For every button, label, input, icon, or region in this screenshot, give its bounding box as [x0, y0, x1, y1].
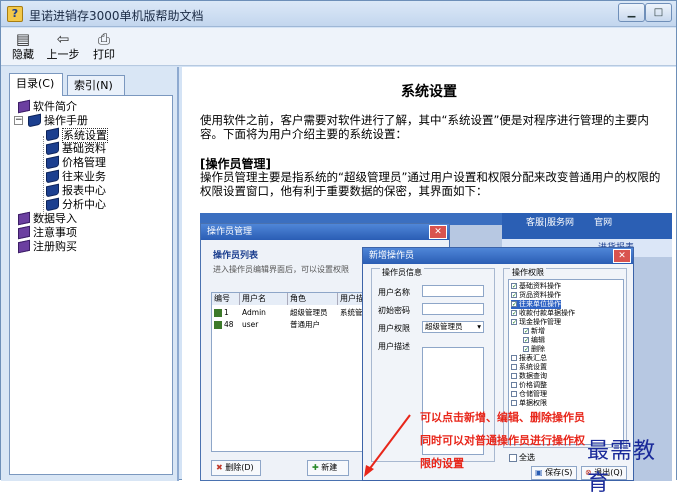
help-question-icon: ?: [7, 6, 23, 22]
book-icon: [18, 239, 30, 254]
tree-item-business[interactable]: 往来业务: [46, 169, 106, 184]
tree-item-label: 注意事项: [33, 226, 77, 239]
watermark-logo: 最需教育: [587, 439, 657, 496]
tree-item-data-import[interactable]: 数据导入: [18, 211, 77, 226]
tree-item-label: 系统设置: [62, 128, 108, 143]
tree-item-label: 价格管理: [62, 156, 106, 169]
window-title: 里诺进销存3000单机版帮助文档: [29, 9, 204, 23]
tree-item-label: 报表中心: [62, 184, 106, 197]
book-icon: [18, 99, 30, 114]
toolbar: ▤ 隐藏 ⇦ 上一步 ⎙ 打印: [1, 28, 676, 66]
tree-item-system-settings[interactable]: 系统设置: [46, 127, 108, 143]
back-button[interactable]: ⇦ 上一步: [43, 31, 83, 63]
open-book-icon: [46, 127, 59, 142]
tree-item-notes[interactable]: 注意事项: [18, 225, 77, 240]
tree-item-intro[interactable]: 软件简介: [18, 99, 77, 114]
back-arrow-icon: ⇦: [56, 30, 70, 48]
content-pane: 系统设置 使用软件之前，客户需要对软件进行了解，其中“系统设置”便是对程序进行管…: [182, 67, 676, 481]
admin-paragraph: 操作员管理主要是指系统的“超级管理员”通过用户设置和权限分配来改变普通用户的权限…: [200, 170, 661, 198]
tree-item-label: 分析中心: [62, 198, 106, 211]
tree-item-register[interactable]: 注册购买: [18, 239, 77, 254]
arrow-line: [367, 414, 411, 472]
tree-item-analysis[interactable]: 分析中心: [46, 197, 106, 212]
tree-item-manual[interactable]: 操作手册: [28, 113, 88, 128]
book-icon: [18, 211, 30, 226]
minimize-button[interactable]: ▁: [618, 3, 645, 22]
collapse-toggle[interactable]: −: [14, 116, 23, 125]
tree-item-label: 往来业务: [62, 170, 106, 183]
tree-item-reports[interactable]: 报表中心: [46, 183, 106, 198]
hide-pane-icon: ▤: [15, 30, 31, 48]
open-book-icon: [46, 169, 59, 184]
back-label: 上一步: [46, 48, 80, 61]
print-button[interactable]: ⎙ 打印: [87, 31, 121, 63]
tree-item-label: 操作手册: [44, 114, 88, 127]
open-book-icon: [46, 141, 59, 156]
arrow-head: [364, 465, 374, 477]
tree-item-label: 注册购买: [33, 240, 77, 253]
tree-item-basic-data[interactable]: 基础资料: [46, 141, 106, 156]
contents-tree: 软件简介 − 操作手册 系统设置 基础资料 价格管理 往来业务 报表中心 分析中: [9, 95, 173, 475]
hide-label: 隐藏: [12, 48, 34, 61]
tree-item-label: 基础资料: [62, 142, 106, 155]
title-bar: ? 里诺进销存3000单机版帮助文档 ▁ □: [1, 1, 676, 27]
annotation-text: 限的设置: [420, 457, 464, 470]
tree-item-price[interactable]: 价格管理: [46, 155, 106, 170]
open-book-icon: [28, 113, 41, 128]
open-book-icon: [46, 197, 59, 212]
open-book-icon: [46, 183, 59, 198]
tree-item-label: 数据导入: [33, 212, 77, 225]
printer-icon: ⎙: [97, 30, 110, 48]
intro-paragraph: 使用软件之前，客户需要对软件进行了解，其中“系统设置”便是对程序进行管理的主要内…: [200, 113, 649, 141]
tree-item-label: 软件简介: [33, 100, 77, 113]
tree-line: [43, 136, 44, 216]
print-label: 打印: [93, 48, 115, 61]
hide-button[interactable]: ▤ 隐藏: [7, 31, 39, 63]
annotation-text: 同时可以对普通操作员进行操作权: [420, 434, 585, 447]
help-window: ? 里诺进销存3000单机版帮助文档 ▁ □ ▤ 隐藏 ⇦ 上一步 ⎙ 打印 目…: [0, 0, 677, 496]
tab-contents[interactable]: 目录(C): [9, 73, 63, 96]
maximize-button[interactable]: □: [645, 3, 672, 22]
annotation-text: 可以点击新增、编辑、删除操作员: [420, 411, 585, 424]
tab-index[interactable]: 索引(N): [67, 75, 125, 95]
open-book-icon: [46, 155, 59, 170]
page-title: 系统设置: [401, 84, 457, 100]
book-icon: [18, 225, 30, 240]
navigation-pane: 目录(C) 索引(N) 软件简介 − 操作手册 系统设置 基础资料 价格管理 往…: [1, 67, 179, 481]
